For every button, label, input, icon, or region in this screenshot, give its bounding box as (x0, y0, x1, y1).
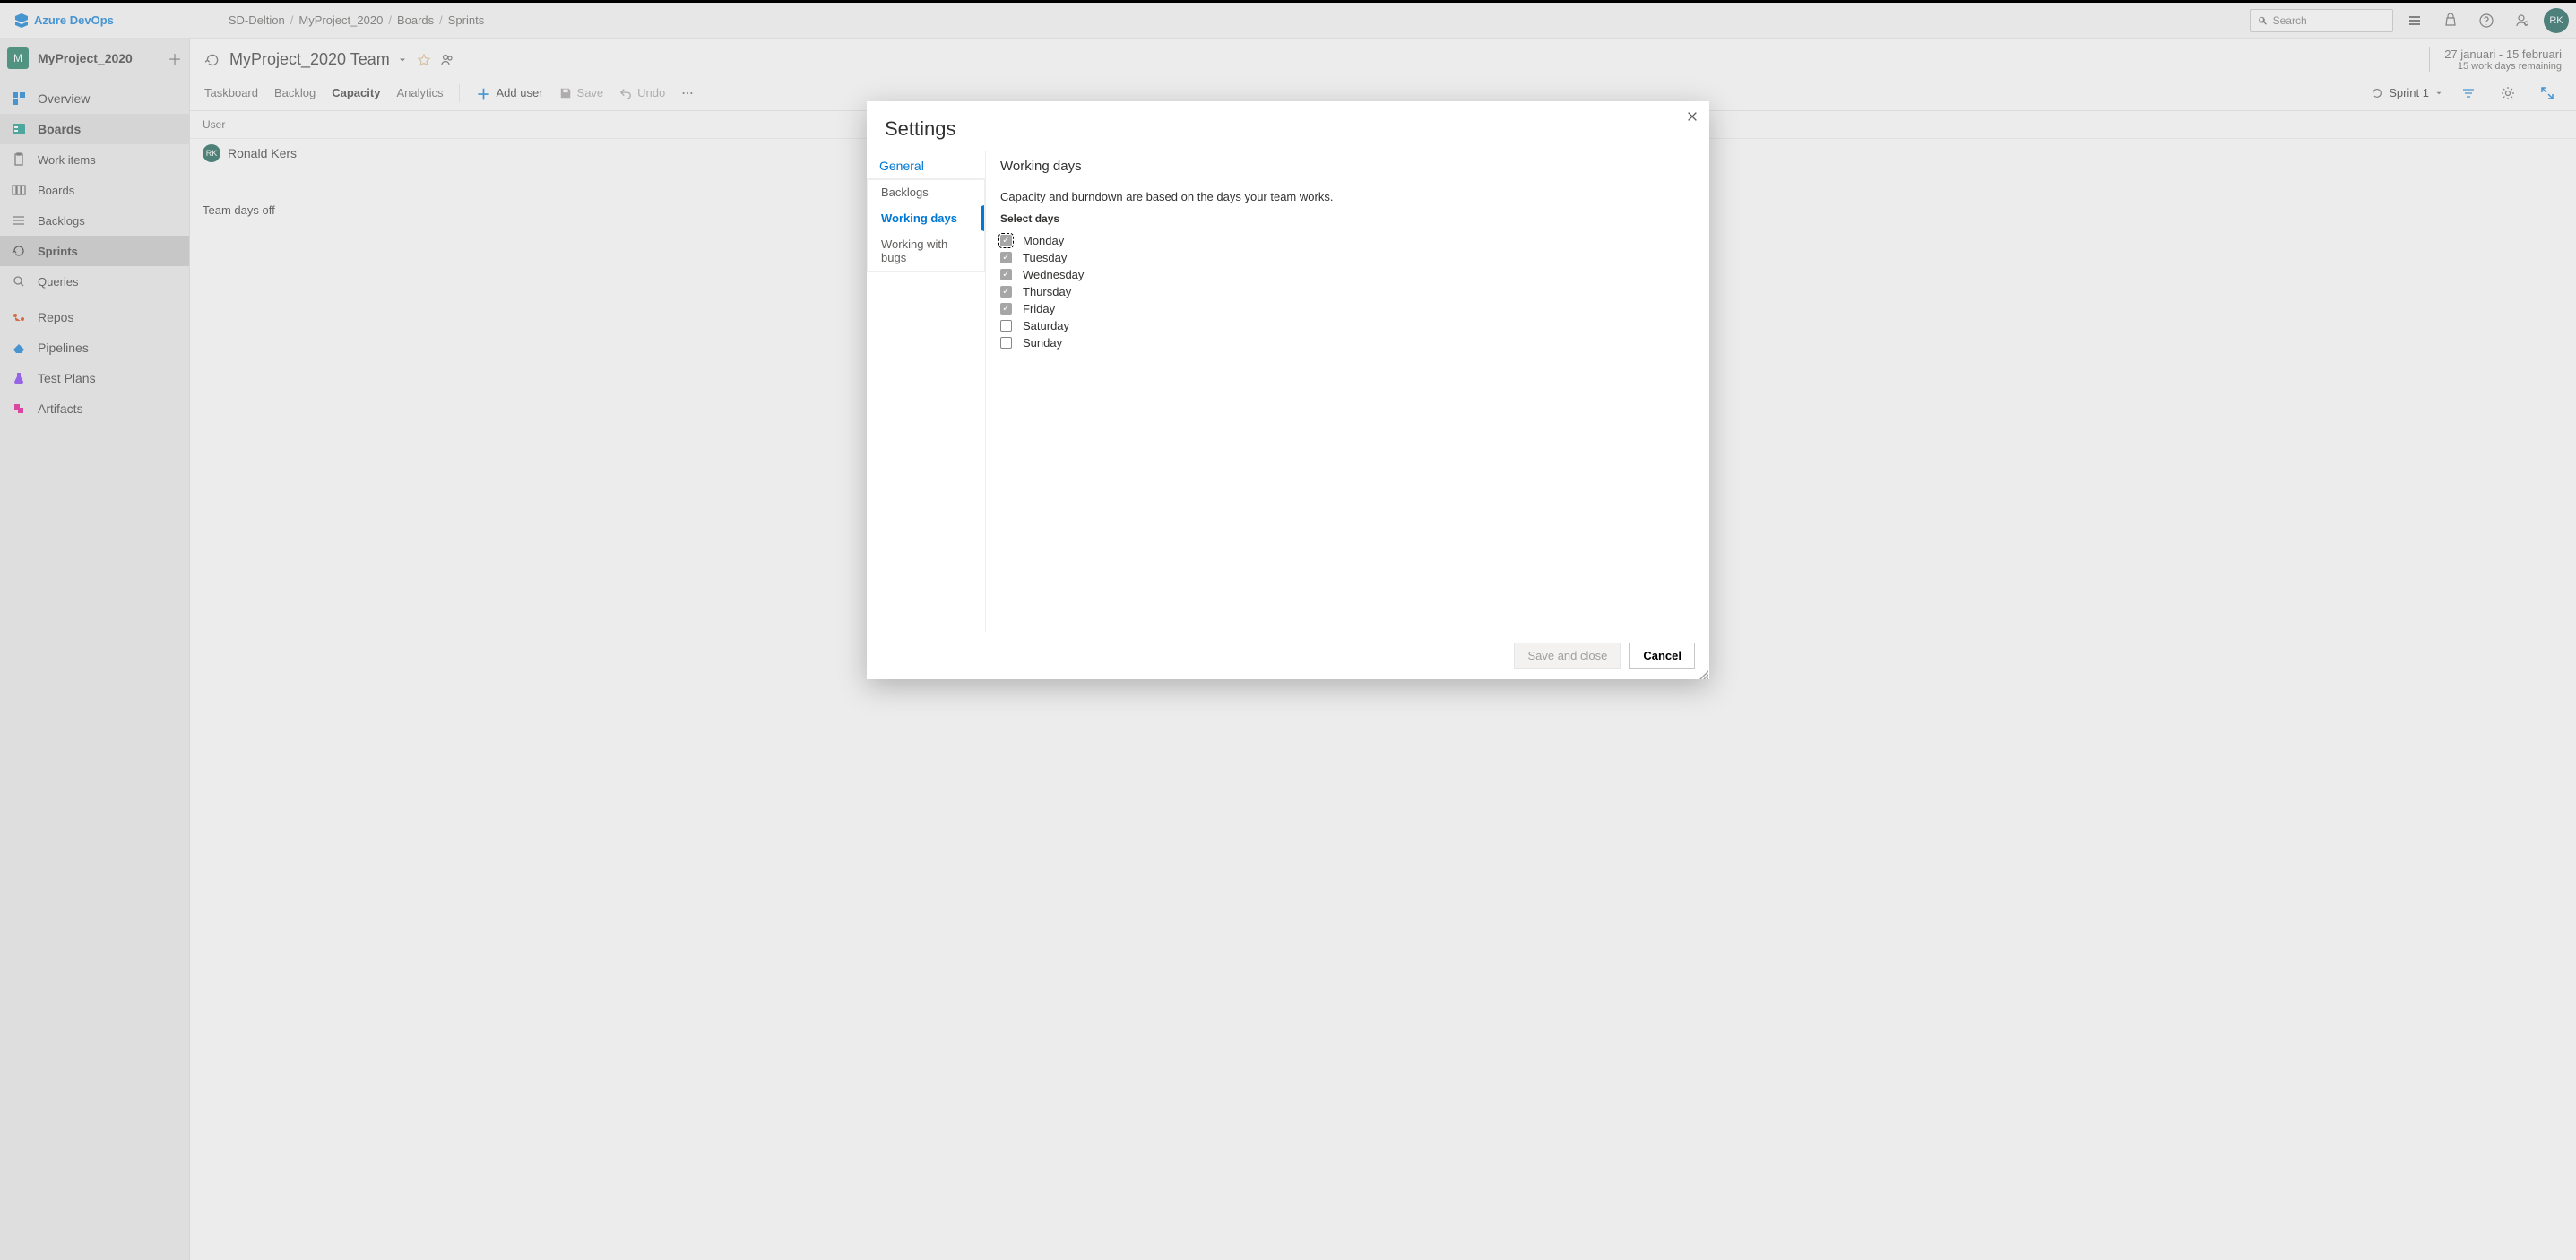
select-days-label: Select days (1000, 212, 1695, 225)
day-row[interactable]: Sunday (1000, 334, 1695, 351)
settings-nav: General Backlogs Working days Working wi… (867, 151, 985, 632)
day-label: Thursday (1023, 285, 1071, 298)
dialog-footer: Save and close Cancel (867, 632, 1709, 679)
settings-item-workingdays[interactable]: Working days (868, 205, 984, 231)
settings-dialog: Settings General Backlogs Working days W… (867, 101, 1709, 679)
day-row[interactable]: Monday (1000, 232, 1695, 249)
days-list: Monday Tuesday Wednesday Thursday Friday Satu… (1000, 232, 1695, 351)
save-and-close-button: Save and close (1514, 643, 1621, 669)
day-label: Tuesday (1023, 251, 1067, 264)
resize-handle[interactable] (1698, 668, 1708, 678)
day-checkbox[interactable] (1000, 286, 1012, 298)
close-icon (1686, 110, 1699, 123)
dialog-layer: Settings General Backlogs Working days W… (0, 3, 2576, 1260)
day-checkbox[interactable] (1000, 235, 1012, 246)
day-row[interactable]: Saturday (1000, 317, 1695, 334)
cancel-button[interactable]: Cancel (1629, 643, 1695, 669)
day-row[interactable]: Tuesday (1000, 249, 1695, 266)
day-checkbox[interactable] (1000, 337, 1012, 349)
day-label: Monday (1023, 234, 1064, 247)
settings-panel: Working days Capacity and burndown are b… (985, 151, 1709, 632)
dialog-title: Settings (867, 101, 1709, 151)
day-checkbox[interactable] (1000, 303, 1012, 315)
day-row[interactable]: Thursday (1000, 283, 1695, 300)
settings-nav-header[interactable]: General (867, 151, 985, 178)
panel-description: Capacity and burndown are based on the d… (1000, 190, 1695, 203)
settings-item-bugs[interactable]: Working with bugs (868, 231, 984, 271)
day-label: Wednesday (1023, 268, 1084, 281)
dialog-close-button[interactable] (1686, 110, 1699, 127)
day-checkbox[interactable] (1000, 269, 1012, 280)
settings-item-backlogs[interactable]: Backlogs (868, 179, 984, 205)
day-checkbox[interactable] (1000, 252, 1012, 263)
day-row[interactable]: Friday (1000, 300, 1695, 317)
day-label: Friday (1023, 302, 1055, 315)
day-row[interactable]: Wednesday (1000, 266, 1695, 283)
panel-title: Working days (1000, 159, 1695, 174)
day-label: Sunday (1023, 336, 1062, 350)
day-checkbox[interactable] (1000, 320, 1012, 332)
day-label: Saturday (1023, 319, 1069, 332)
